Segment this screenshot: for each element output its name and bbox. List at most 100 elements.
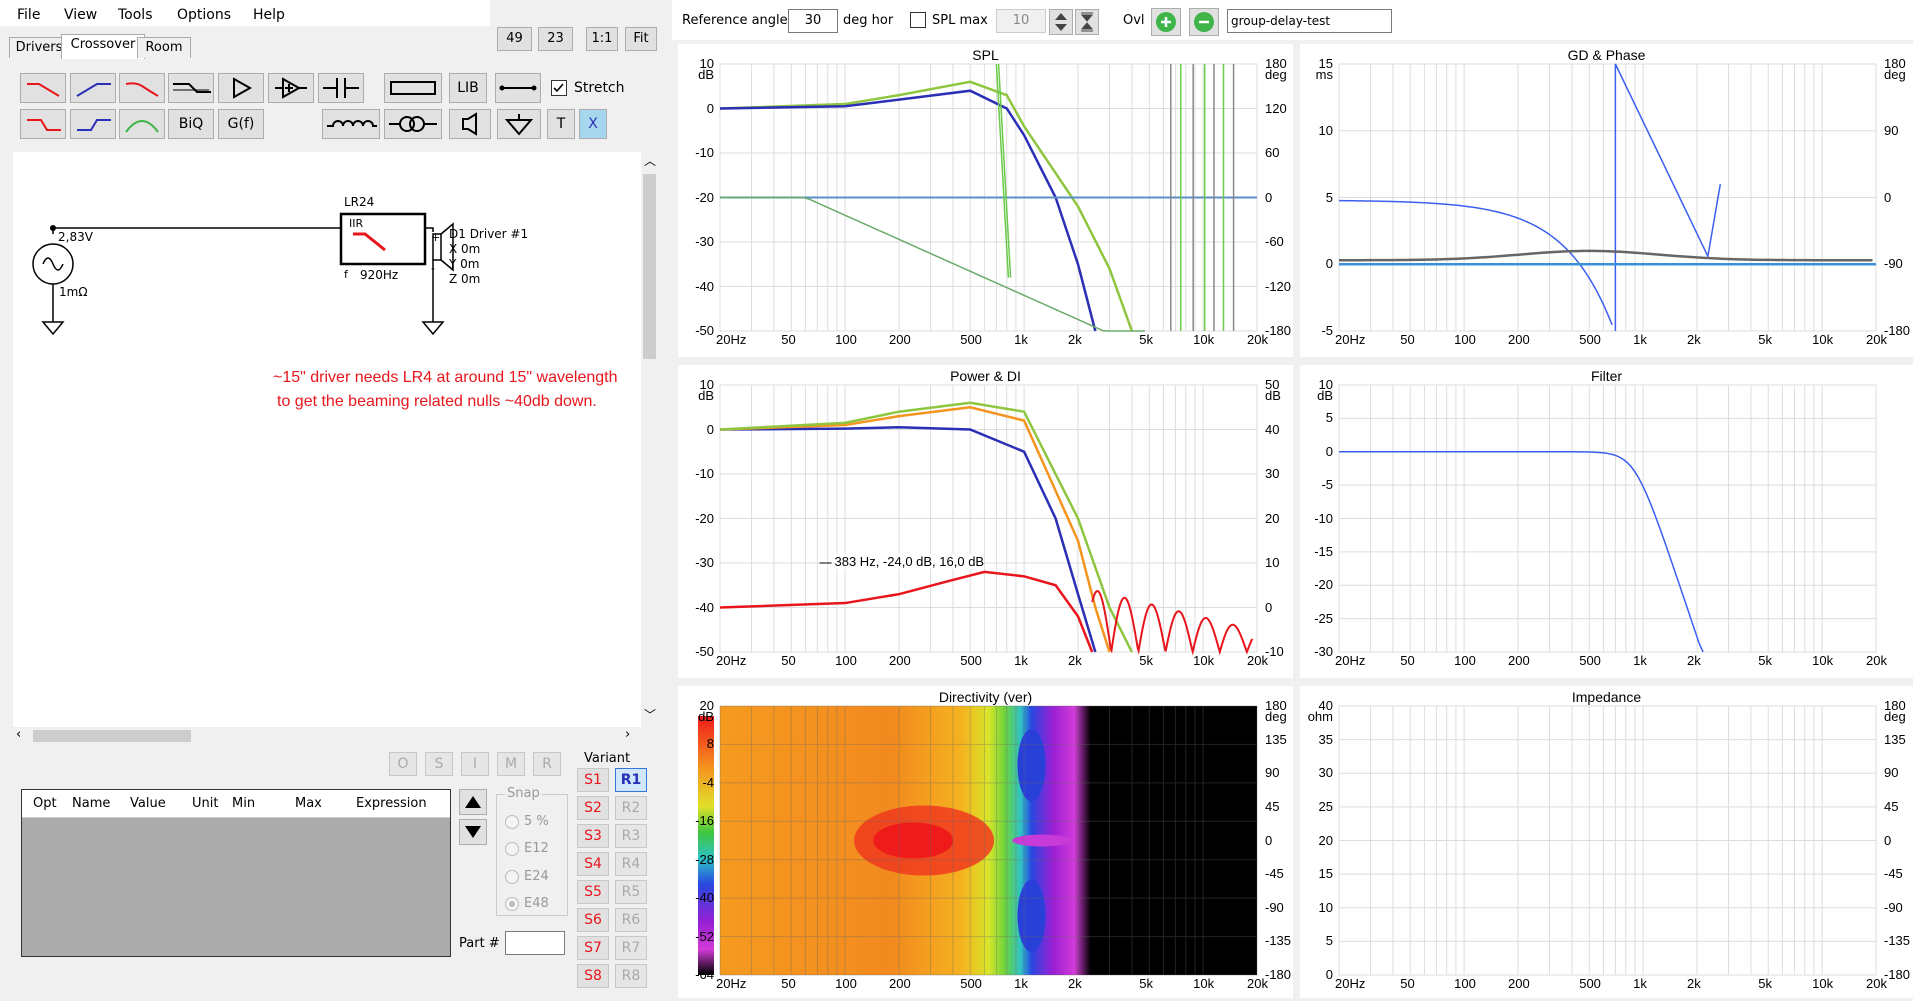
variant-s1-button[interactable]: S1 [577, 768, 609, 792]
spl-max-input[interactable]: 10 [996, 9, 1046, 33]
col-opt[interactable]: Opt [33, 796, 57, 811]
vertical-scroll-thumb[interactable] [643, 174, 656, 359]
directivity-chart-panel[interactable]: Directivity (ver) 20 8 -4 -16 -28 -40 -52 -64 dB 1… [678, 686, 1293, 998]
impedance-chart-panel[interactable]: Impedance 40 35 30 25 20 15 10 5 0 ohm 180 135 90 45 0-… [1300, 686, 1913, 998]
move-down-button[interactable] [459, 819, 487, 845]
variant-s2-button[interactable]: S2 [577, 796, 609, 820]
menu-view[interactable]: View [64, 7, 97, 23]
menu-help[interactable]: Help [253, 7, 285, 23]
freq-tick-label: 1k [1633, 653, 1647, 668]
resistor-tool[interactable] [384, 73, 442, 103]
lowpass-step-tool[interactable] [20, 109, 66, 139]
power-chart-panel[interactable]: Power & DI 10 0 -10 -20 -30 -40 -50 dB 50 40 30 20 10… [678, 365, 1293, 678]
snap-e12-radio[interactable] [505, 842, 519, 856]
transfer-function-button[interactable]: G(f) [218, 109, 264, 139]
variant-s3-button[interactable]: S3 [577, 824, 609, 848]
shelf-tool[interactable] [168, 73, 214, 103]
ground-tool[interactable] [497, 109, 541, 139]
amplifier-tool[interactable] [218, 73, 264, 103]
reference-angle-input[interactable]: 30 [788, 9, 838, 33]
col-name[interactable]: Name [72, 796, 110, 811]
spl-max-spinner[interactable] [1049, 9, 1073, 35]
menu-options[interactable]: Options [177, 7, 231, 23]
variant-r5-button[interactable]: R5 [615, 880, 647, 904]
opt-o-button[interactable]: O [389, 752, 417, 776]
freq-tick-label: 100 [1454, 653, 1476, 668]
snap-e24-radio[interactable] [505, 870, 519, 884]
horizontal-scrollbar[interactable]: ‹ › [13, 727, 641, 745]
buffer-tool[interactable] [268, 73, 314, 103]
spl-chart-panel[interactable]: SPL 10 0 -10 -20 -30 -40 -50 dB 180 120 60 0 -60 -120-… [678, 44, 1293, 357]
bandpass-tool[interactable] [119, 109, 165, 139]
zoom-fit-button[interactable]: Fit [625, 27, 657, 51]
col-value[interactable]: Value [130, 796, 166, 811]
move-up-button[interactable] [459, 789, 487, 815]
scroll-down-icon[interactable]: ﹀ [644, 706, 656, 723]
lowpass-red-tool[interactable] [20, 73, 66, 103]
col-expression[interactable]: Expression [356, 796, 427, 811]
menu-tools[interactable]: Tools [118, 7, 153, 23]
speaker-tool[interactable] [449, 109, 491, 139]
overlay-add-button[interactable] [1151, 8, 1181, 36]
variant-r7-button[interactable]: R7 [615, 936, 647, 960]
opt-m-button[interactable]: M [497, 752, 525, 776]
menu-file[interactable]: File [17, 7, 40, 23]
variant-r6-button[interactable]: R6 [615, 908, 647, 932]
snap-5pct-radio[interactable] [505, 815, 519, 829]
overlay-preset-input[interactable]: group-delay-test [1227, 9, 1392, 33]
zoom-1to1-button[interactable]: 1:1 [586, 27, 618, 51]
capacitor-tool[interactable] [318, 73, 364, 103]
filter-chart-panel[interactable]: Filter 10 5 0 -5 -10 -15 -20 -25 -30 dB 20Hz 50 100 20… [1300, 365, 1913, 678]
highpass-blue-tool[interactable] [70, 73, 116, 103]
col-max[interactable]: Max [295, 796, 322, 811]
text-button[interactable]: T [547, 109, 575, 139]
col-min[interactable]: Min [232, 796, 255, 811]
stretch-checkbox[interactable] [551, 80, 567, 96]
variant-r8-button[interactable]: R8 [615, 964, 647, 988]
inductor-tool[interactable] [322, 109, 380, 139]
variant-s8-button[interactable]: S8 [577, 964, 609, 988]
schematic-canvas[interactable]: 2,83V 1mΩ LR24 IIR f 920Hz + - D1 Driver… [13, 152, 641, 727]
variant-s7-button[interactable]: S7 [577, 936, 609, 960]
tab-crossover[interactable]: Crossover [61, 34, 145, 59]
col-unit[interactable]: Unit [192, 796, 218, 811]
scroll-right-icon[interactable]: › [625, 727, 630, 742]
transformer-tool[interactable] [384, 109, 442, 139]
zoom-23-button[interactable]: 23 [538, 27, 573, 51]
opt-s-button[interactable]: S [425, 752, 453, 776]
gd-chart-panel[interactable]: GD & Phase 15 10 5 0 -5 ms 180 90 0 -90 -180 deg 20Hz… [1300, 44, 1913, 357]
right-tick-label: 20 [1265, 510, 1280, 526]
snap-e48-radio[interactable] [505, 897, 519, 911]
zoom-49-button[interactable]: 49 [497, 27, 532, 51]
variant-r1-button[interactable]: R1 [615, 768, 647, 792]
scroll-left-icon[interactable]: ‹ [16, 727, 21, 742]
opt-i-button[interactable]: I [461, 752, 489, 776]
biquad-button[interactable]: BiQ [168, 109, 214, 139]
freq-tick-label: 200 [1508, 976, 1530, 991]
overlay-remove-button[interactable] [1189, 8, 1219, 36]
highpass-step-tool[interactable] [70, 109, 116, 139]
tab-drivers[interactable]: Drivers [9, 37, 69, 58]
spl-max-reset-button[interactable] [1075, 9, 1099, 35]
snap-e48-label: E48 [524, 896, 549, 911]
delete-button[interactable]: X [579, 109, 607, 139]
scroll-up-icon[interactable]: ︿ [644, 152, 656, 169]
opt-r-button[interactable]: R [533, 752, 561, 776]
variant-r4-button[interactable]: R4 [615, 852, 647, 876]
horizontal-scroll-thumb[interactable] [33, 730, 191, 742]
variant-s5-button[interactable]: S5 [577, 880, 609, 904]
optimizer-table[interactable]: Opt Name Value Unit Min Max Expression [21, 789, 451, 957]
variant-s6-button[interactable]: S6 [577, 908, 609, 932]
variant-r2-button[interactable]: R2 [615, 796, 647, 820]
part-number-input[interactable] [505, 931, 565, 955]
spl-max-checkbox[interactable] [910, 12, 926, 28]
tab-room[interactable]: Room [137, 37, 191, 58]
left-tick-label: 15 [1318, 866, 1333, 882]
vertical-scrollbar[interactable]: ︿ ﹀ [641, 152, 658, 727]
wire-tool[interactable] [495, 73, 541, 103]
variant-s4-button[interactable]: S4 [577, 852, 609, 876]
lowpass-curve-tool[interactable] [119, 73, 165, 103]
library-button[interactable]: LIB [449, 73, 487, 103]
snap-5pct-label: 5 % [524, 814, 549, 829]
variant-r3-button[interactable]: R3 [615, 824, 647, 848]
